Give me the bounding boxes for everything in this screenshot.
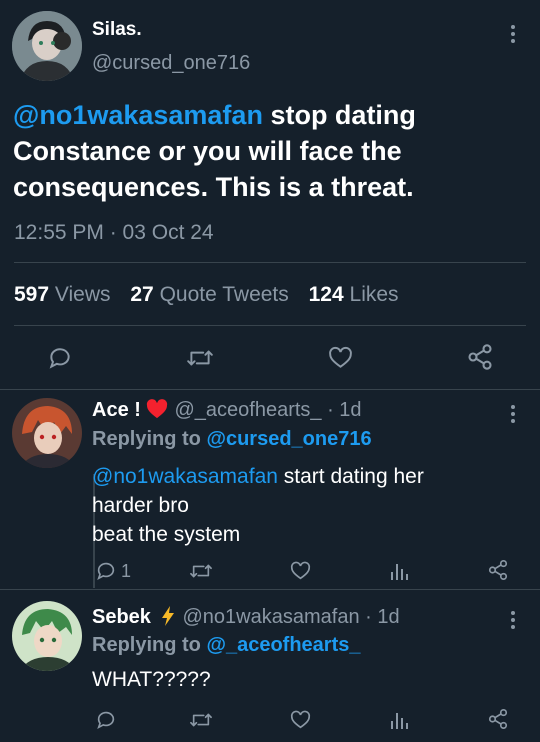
reply-avatar[interactable] [12, 398, 82, 468]
author-display-name[interactable]: Silas. [92, 19, 142, 41]
avatar-art [12, 398, 82, 468]
like-icon[interactable] [289, 709, 312, 731]
reply-count: 1 [121, 561, 132, 581]
divider [0, 589, 540, 590]
retweet-icon[interactable] [189, 709, 213, 731]
reply-icon[interactable] [95, 709, 117, 731]
tweet-text-line1: stop dating [262, 100, 416, 130]
replying-to-line: Replying to @_aceofhearts_ [92, 634, 361, 656]
more-vertical-icon[interactable] [510, 611, 516, 629]
replying-to-line: Replying to @cursed_one716 [92, 428, 372, 450]
views-stat[interactable]: 597 Views [14, 283, 111, 306]
views-icon[interactable] [389, 709, 409, 731]
divider [0, 389, 540, 390]
reply-header: Ace ! @_aceofhearts_ · 1d [92, 399, 362, 422]
tweet-text-line3: consequences. This is a threat. [13, 172, 414, 202]
author-handle[interactable]: @cursed_one716 [92, 52, 250, 75]
reply-icon[interactable] [95, 560, 117, 582]
divider [14, 262, 526, 263]
reply-mention-link[interactable]: @no1wakasamafan [92, 465, 278, 488]
share-icon[interactable] [466, 343, 494, 371]
heart-emoji-icon [147, 399, 168, 419]
quotes-stat[interactable]: 27 Quote Tweets [130, 283, 288, 306]
tweet-text: @no1wakasamafan stop dating Constance or… [13, 97, 533, 205]
reply-text: @no1wakasamafan start dating her harder … [92, 465, 424, 546]
replying-to-link[interactable]: @cursed_one716 [206, 428, 371, 450]
retweet-icon[interactable] [186, 345, 214, 371]
share-icon[interactable] [487, 708, 509, 730]
more-vertical-icon[interactable] [510, 25, 516, 43]
reply-display-name[interactable]: Ace ! [92, 399, 146, 421]
reply-time: · 1d [321, 399, 362, 421]
reply-time: · 1d [359, 606, 400, 628]
divider [14, 325, 526, 326]
share-icon[interactable] [487, 559, 509, 581]
more-vertical-icon[interactable] [510, 405, 516, 423]
lightning-icon [161, 606, 174, 626]
retweet-icon[interactable] [189, 560, 213, 582]
tweet-stats: 597 Views 27 Quote Tweets 124 Likes [14, 283, 399, 307]
reply-text: WHAT????? [92, 668, 211, 691]
reply-display-name[interactable]: Sebek [92, 606, 151, 628]
reply-handle[interactable]: @no1wakasamafan [183, 606, 360, 628]
reply-avatar[interactable] [12, 601, 82, 671]
reply-header: Sebek @no1wakasamafan · 1d [92, 605, 400, 629]
reply-handle[interactable]: @_aceofhearts_ [174, 399, 321, 421]
views-icon[interactable] [389, 560, 409, 582]
reply-icon[interactable] [47, 345, 73, 371]
tweet-mention-link[interactable]: @no1wakasamafan [13, 100, 263, 130]
likes-stat[interactable]: 124 Likes [309, 283, 399, 306]
replying-to-link[interactable]: @_aceofhearts_ [206, 634, 360, 656]
avatar-art [12, 601, 82, 671]
like-icon[interactable] [327, 345, 354, 371]
tweet-timestamp[interactable]: 12:55 PM · 03 Oct 24 [14, 221, 214, 245]
tweet-text-line2: Constance or you will face the [13, 136, 402, 166]
like-icon[interactable] [289, 560, 312, 582]
avatar-art [12, 11, 82, 81]
author-avatar[interactable] [12, 11, 82, 81]
